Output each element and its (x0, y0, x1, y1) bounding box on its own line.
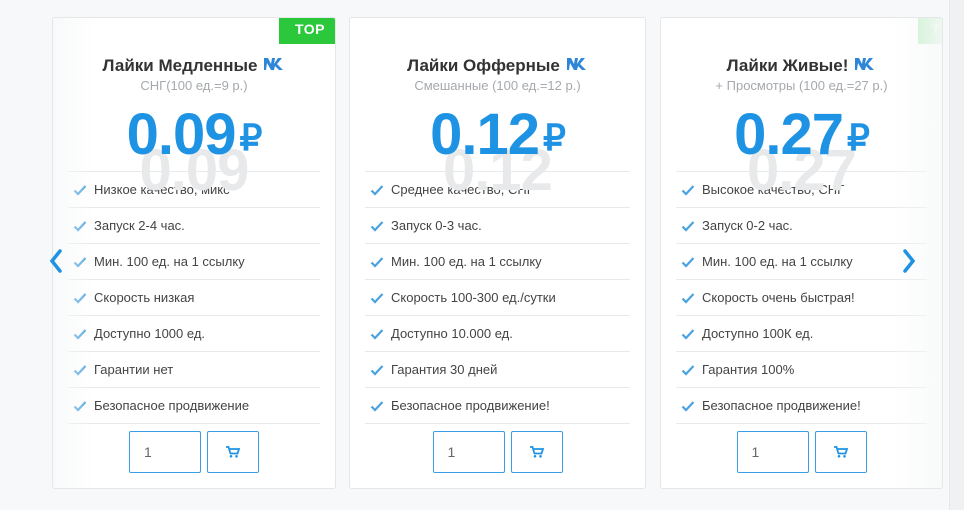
quantity-input[interactable] (736, 431, 809, 473)
price-block: 0.27 0.27 ₽ (661, 100, 942, 203)
check-icon (73, 256, 87, 268)
add-to-cart-button[interactable] (510, 431, 563, 473)
feature-item: Мин. 100 ед. на 1 ссылку (676, 244, 927, 280)
pricing-card-slow-likes: TOP Лайки Медленные СНГ(100 ед.=9 р.) 0.… (52, 17, 336, 489)
feature-item: Мин. 100 ед. на 1 ссылку (365, 244, 630, 280)
feature-list: Низкое качество, микс Запуск 2-4 час. Ми… (68, 171, 320, 424)
card-title: Лайки Медленные (53, 56, 335, 76)
check-icon (73, 220, 87, 232)
card-title-text: Лайки Живые! (726, 56, 849, 75)
chevron-left-icon[interactable] (47, 246, 65, 276)
chevron-right-icon[interactable] (900, 246, 918, 276)
check-icon (73, 292, 87, 304)
check-icon (681, 256, 695, 268)
card-subtitle: + Просмотры (100 ед.=27 р.) (715, 78, 888, 93)
price-value: 0.27 ₽ (734, 102, 870, 167)
check-icon (681, 328, 695, 340)
feature-item: Гарантии нет (68, 352, 320, 388)
card-title: Лайки Офферные (350, 56, 645, 76)
pricing-carousel: TOP Лайки Медленные СНГ(100 ед.=9 р.) 0.… (0, 0, 964, 510)
check-icon (370, 256, 384, 268)
price-block: 0.12 0.12 ₽ (350, 100, 645, 203)
card-title: Лайки Живые! (661, 56, 942, 76)
card-title-text: Лайки Офферные (407, 56, 560, 75)
ruble-sign: ₽ (542, 117, 566, 158)
feature-item: Гарантия 30 дней (365, 352, 630, 388)
price-value: 0.09 ₽ (126, 102, 263, 167)
add-to-cart-button[interactable] (207, 431, 259, 473)
check-icon (681, 292, 695, 304)
badge-fold (335, 44, 336, 51)
add-to-cart-button[interactable] (814, 431, 867, 473)
cart-icon (529, 446, 544, 458)
page-scrollbar-track[interactable] (949, 0, 964, 510)
feature-item: Запуск 2-4 час. (68, 208, 320, 244)
feature-item: Доступно 1000 ед. (68, 316, 320, 352)
feature-item: Скорость 100-300 ед./сутки (365, 280, 630, 316)
card-subtitle: СНГ(100 ед.=9 р.) (140, 78, 248, 93)
feature-item: Безопасное продвижение! (365, 388, 630, 424)
top-badge: TOP (279, 18, 335, 44)
check-icon (73, 400, 87, 412)
order-row (661, 431, 942, 473)
cart-icon (833, 446, 848, 458)
feature-item: Мин. 100 ед. на 1 ссылку (68, 244, 320, 280)
card-title-text: Лайки Медленные (102, 56, 258, 75)
ruble-sign: ₽ (846, 117, 870, 158)
check-icon (73, 364, 87, 376)
vk-icon (566, 58, 586, 70)
feature-item: Безопасное продвижение (68, 388, 320, 424)
check-icon (681, 364, 695, 376)
check-icon (370, 328, 384, 340)
check-icon (370, 292, 384, 304)
card-subtitle: Смешанные (100 ед.=12 р.) (414, 78, 581, 93)
feature-item: Доступно 10.000 ед. (365, 316, 630, 352)
check-icon (370, 220, 384, 232)
quantity-input[interactable] (432, 431, 505, 473)
feature-item: Скорость низкая (68, 280, 320, 316)
ruble-sign: ₽ (239, 117, 262, 158)
check-icon (73, 328, 87, 340)
check-icon (681, 220, 695, 232)
feature-item: Гарантия 100% (676, 352, 927, 388)
cart-icon (226, 446, 240, 458)
pricing-card-offer-likes: Лайки Офферные Смешанные (100 ед.=12 р.)… (349, 17, 646, 489)
feature-item: Безопасное продвижение! (676, 388, 927, 424)
feature-item: Доступно 100К ед. (676, 316, 927, 352)
feature-item: Скорость очень быстрая! (676, 280, 927, 316)
order-row (53, 431, 335, 473)
vk-icon (264, 58, 284, 70)
price-value: 0.12 ₽ (430, 102, 566, 167)
feature-list: Среднее качество, СНГ Запуск 0-3 час. Ми… (365, 171, 630, 424)
feature-item: Запуск 0-2 час. (676, 208, 927, 244)
order-row (350, 431, 645, 473)
price-block: 0.09 0.09 ₽ (53, 100, 335, 203)
top-badge: T (918, 18, 942, 44)
quantity-input[interactable] (129, 431, 201, 473)
feature-item: Запуск 0-3 час. (365, 208, 630, 244)
check-icon (370, 364, 384, 376)
check-icon (681, 400, 695, 412)
check-icon (370, 400, 384, 412)
feature-list: Высокое качество, СНГ Запуск 0-2 час. Ми… (676, 171, 927, 424)
vk-icon (855, 58, 875, 70)
